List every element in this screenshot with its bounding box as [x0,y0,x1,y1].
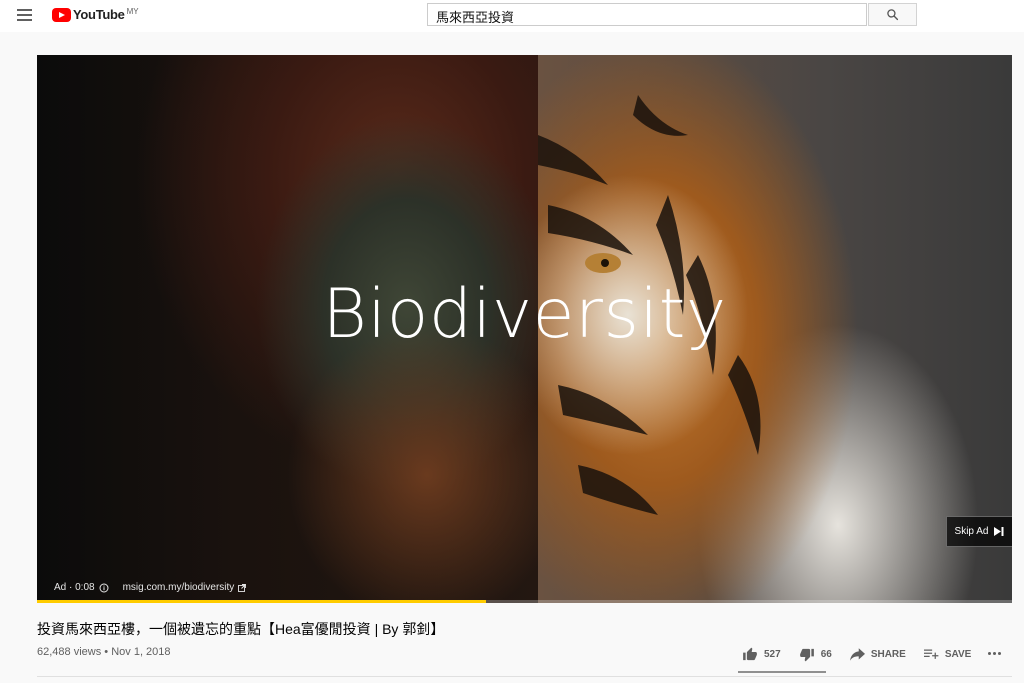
search-input[interactable]: 馬來西亞投資 [427,3,867,26]
ad-label: Ad · 0:08 [54,582,95,593]
skip-ad-label: Skip Ad [954,526,989,537]
upload-date: Nov 1, 2018 [111,646,171,658]
like-button[interactable]: 527 [742,647,781,662]
dislike-button[interactable]: 66 [799,647,832,662]
sentiment-bar-fill [738,671,826,673]
video-meta: 62,488 views • Nov 1, 2018 [37,646,171,658]
info-icon[interactable] [99,583,109,593]
sentiment-bar [738,671,826,673]
thumbs-down-icon [799,648,814,661]
logo-text: YouTube [73,7,125,22]
ad-progress-bar[interactable] [37,600,1012,603]
divider [37,676,1012,677]
action-bar: 527 66 SHARE SAVE [742,645,989,663]
like-count: 527 [764,648,781,660]
thumbs-up-icon [743,647,757,660]
save-button[interactable]: SAVE [923,648,972,661]
youtube-logo[interactable]: YouTube MY [52,7,139,23]
skip-ad-button[interactable]: Skip Ad [946,516,1012,547]
ad-url-link[interactable]: msig.com.my/biodiversity [123,582,235,593]
search-button[interactable] [868,3,917,26]
search-icon [887,9,899,21]
view-count: 62,488 views [37,646,102,658]
more-actions-icon[interactable] [988,652,1001,655]
youtube-play-icon [52,8,71,22]
skip-next-icon [994,527,1004,536]
dislike-count: 66 [820,648,832,660]
country-code: MY [126,7,139,16]
video-title: 投資馬來西亞樓，一個被遺忘的重點【Hea富優閒投資 | By 郭釗】 [37,621,445,637]
save-label: SAVE [944,648,972,660]
external-link-icon[interactable] [238,583,247,592]
share-label: SHARE [870,648,906,660]
menu-icon[interactable] [17,9,32,21]
video-overlay-title: Biodiversity [322,275,727,354]
ad-progress-fill [37,600,486,603]
playlist-add-icon [923,649,939,659]
share-icon [849,647,865,661]
ad-info: Ad · 0:08 msig.com.my/biodiversity [54,582,247,593]
video-player[interactable]: Biodiversity Ad · 0:08 msig.com.my/biodi… [37,55,1012,603]
share-button[interactable]: SHARE [849,647,906,661]
masthead: YouTube MY 馬來西亞投資 [0,0,1024,32]
